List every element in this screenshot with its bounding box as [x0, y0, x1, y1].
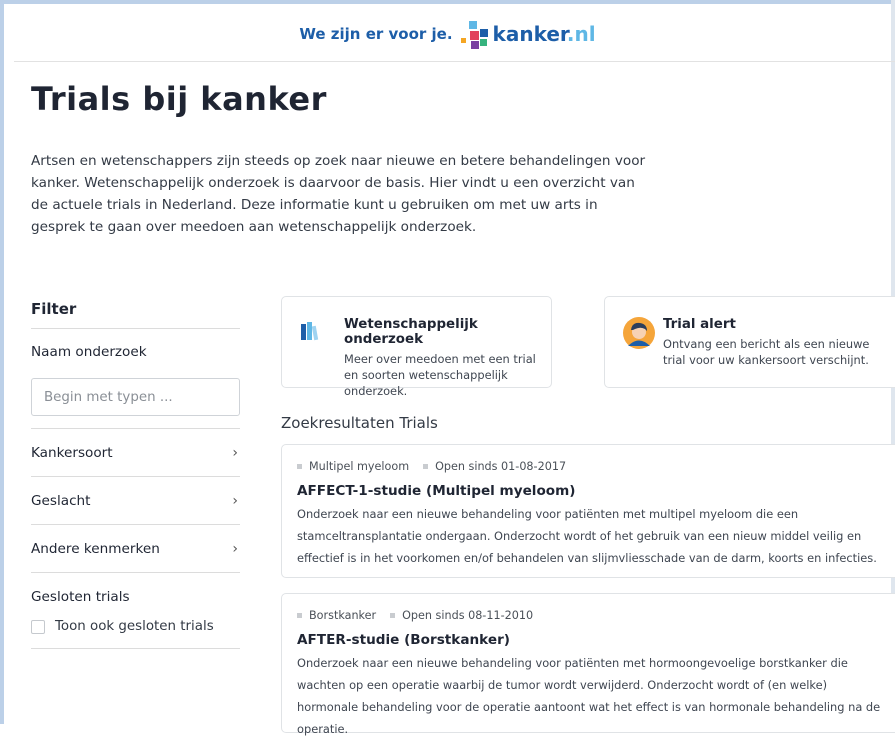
person-avatar-icon: [623, 317, 655, 387]
filter-row-label: Andere kenmerken: [31, 540, 160, 557]
trial-open-since: Open sinds 08-11-2010: [390, 609, 533, 622]
trial-result-card[interactable]: Borstkanker Open sinds 08-11-2010 AFTER-…: [281, 593, 895, 736]
filter-row-label: Kankersoort: [31, 444, 113, 461]
trial-result-card[interactable]: Multipel myeloom Open sinds 01-08-2017 A…: [281, 444, 895, 578]
promo-text: Ontvang een bericht als een nieuwe trial…: [663, 337, 870, 367]
promo-card-trial-alert[interactable]: Trial alert Ontvang een bericht als een …: [604, 296, 895, 388]
logo-tld: .nl: [566, 22, 596, 46]
bullet-icon: [297, 463, 302, 469]
results-heading: Zoekresultaten Trials: [281, 414, 438, 432]
filter-row-andere-kenmerken[interactable]: Andere kenmerken ›: [31, 525, 240, 572]
trial-description: Onderzoek naar een nieuwe behandeling vo…: [297, 656, 881, 736]
logo-main: kanker: [492, 22, 567, 46]
name-filter-label: Naam onderzoek: [31, 344, 147, 360]
window-frame-left: [0, 0, 4, 724]
header-slogan: We zijn er voor je.: [299, 25, 453, 43]
trial-open-since-label: Open sinds 08-11-2010: [402, 608, 534, 622]
divider: [31, 572, 240, 573]
logo-text: kanker.nl: [493, 22, 596, 46]
kanker-nl-logo[interactable]: kanker.nl: [460, 19, 596, 49]
show-closed-trials-option[interactable]: Toon ook gesloten trials: [31, 619, 240, 634]
trial-meta: Borstkanker Open sinds 08-11-2010: [297, 606, 890, 624]
books-icon: [300, 321, 326, 387]
window-frame-top: [0, 0, 895, 4]
page-title: Trials bij kanker: [31, 80, 327, 118]
divider: [31, 328, 240, 329]
bullet-icon: [297, 612, 302, 618]
trial-title-link[interactable]: AFTER-studie (Borstkanker): [297, 632, 890, 648]
promo-text: Meer over meedoen met een trial en soort…: [344, 352, 536, 398]
show-closed-trials-checkbox[interactable]: [31, 619, 45, 634]
trial-title-link[interactable]: AFFECT-1-studie (Multipel myeloom): [297, 483, 890, 499]
trial-meta: Multipel myeloom Open sinds 01-08-2017: [297, 457, 890, 475]
filter-title: Filter: [31, 300, 77, 318]
filter-row-kankersoort[interactable]: Kankersoort ›: [31, 429, 240, 476]
promo-title: Trial alert: [663, 317, 736, 332]
trial-cancer-type: Multipel myeloom: [297, 460, 409, 473]
chevron-right-icon: ›: [232, 540, 238, 557]
logo-blocks-icon: [460, 19, 489, 49]
trial-name-search-input[interactable]: [31, 378, 240, 416]
filter-row-label: Geslacht: [31, 492, 91, 509]
filter-panel: Filter Naam onderzoek Kankersoort › Gesl…: [31, 296, 240, 649]
trial-cancer-type-label: Borstkanker: [309, 608, 377, 622]
site-header: We zijn er voor je. kanker.nl: [0, 16, 895, 52]
trial-cancer-type: Borstkanker: [297, 609, 376, 622]
trial-description: Onderzoek naar een nieuwe behandeling vo…: [297, 507, 877, 565]
show-closed-trials-label: Toon ook gesloten trials: [55, 619, 214, 634]
bullet-icon: [423, 463, 429, 469]
filter-row-geslacht[interactable]: Geslacht ›: [31, 477, 240, 524]
closed-trials-label: Gesloten trials: [31, 589, 130, 605]
promo-title: Wetenschappelijk onderzoek: [344, 317, 478, 347]
page-intro: Artsen en wetenschappers zijn steeds op …: [31, 153, 646, 235]
divider: [31, 648, 240, 649]
trial-cancer-type-label: Multipel myeloom: [309, 459, 410, 473]
bullet-icon: [390, 612, 396, 618]
trial-open-since: Open sinds 01-08-2017: [423, 460, 566, 473]
promo-card-research[interactable]: Wetenschappelijk onderzoek Meer over mee…: [281, 296, 552, 398]
header-divider: [14, 61, 895, 62]
trial-open-since-label: Open sinds 01-08-2017: [435, 459, 567, 473]
chevron-right-icon: ›: [232, 492, 238, 509]
chevron-right-icon: ›: [232, 444, 238, 461]
